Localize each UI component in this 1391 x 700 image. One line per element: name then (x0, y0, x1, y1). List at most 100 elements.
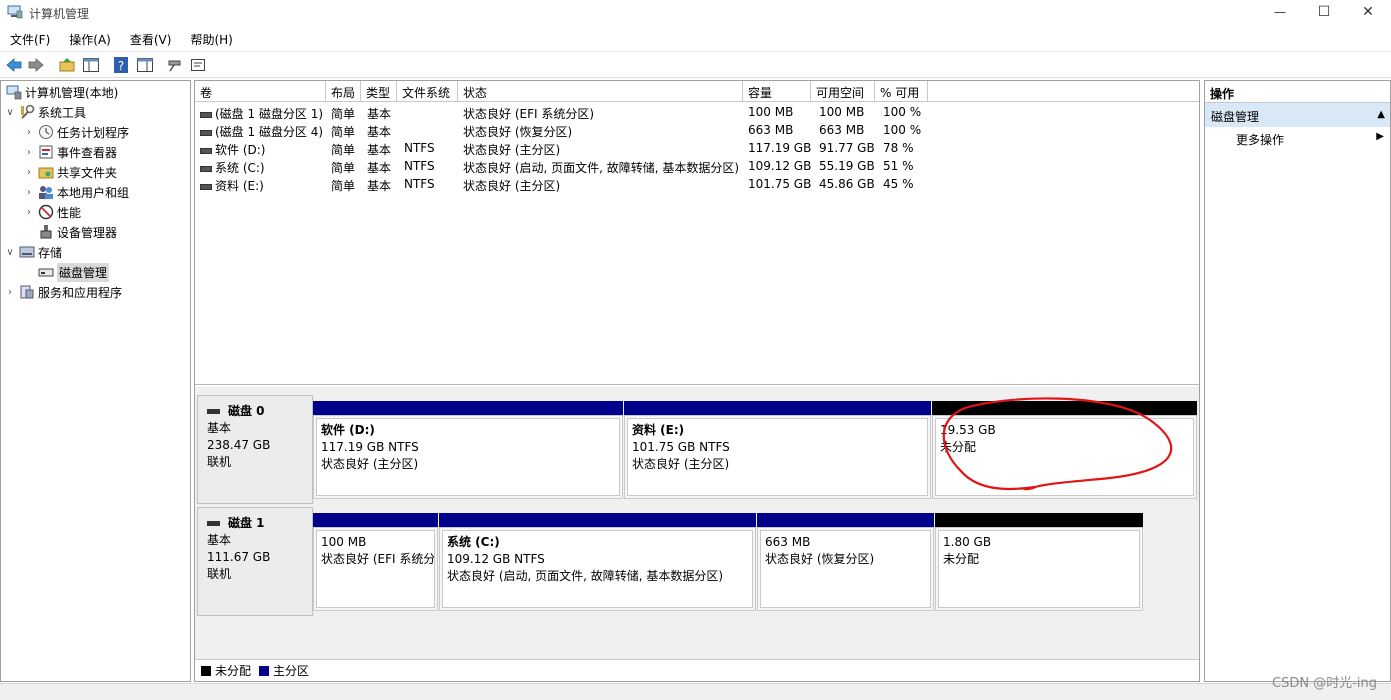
cell-capacity: 117.19 GB (748, 141, 812, 155)
cell-filesystem: NTFS (404, 177, 435, 191)
connect-icon[interactable] (166, 56, 184, 74)
more-actions[interactable]: 更多操作 ▶ (1205, 127, 1390, 149)
minimize-button[interactable]: — (1257, 0, 1303, 24)
chevron-down-icon[interactable]: ∨ (4, 247, 16, 258)
col-volume[interactable]: 卷 (195, 81, 326, 102)
menu-action[interactable]: 操作(A) (59, 28, 120, 50)
table-row[interactable]: (磁盘 1 磁盘分区 4) 简单 基本 状态良好 (恢复分区) 663 MB 6… (195, 121, 1199, 139)
cell-layout: 简单 (331, 125, 356, 139)
tree-item-system-tools[interactable]: ∨ 系统工具 (4, 102, 86, 122)
actions-title: 操作 (1205, 81, 1390, 103)
back-icon[interactable] (5, 56, 23, 74)
volume-list: 卷 布局 类型 文件系统 状态 容量 可用空间 % 可用 (磁盘 1 磁盘分区 … (195, 81, 1199, 385)
volume-icon (200, 183, 212, 190)
tree-item-event-viewer[interactable]: › 事件查看器 (23, 142, 117, 162)
disk-icon (207, 521, 220, 526)
show-hide-console-tree-icon[interactable] (82, 56, 100, 74)
close-button[interactable]: ✕ (1345, 0, 1391, 24)
chevron-right-icon[interactable]: › (23, 187, 35, 198)
partition-status: 未分配 (943, 552, 980, 566)
disk-type: 基本 (207, 533, 232, 547)
actions-section-label: 磁盘管理 (1211, 110, 1260, 124)
tree-label: 共享文件夹 (57, 165, 118, 180)
cell-volume: 系统 (C:) (215, 161, 265, 175)
legend-label: 主分区 (273, 664, 310, 678)
partition-status: 未分配 (940, 440, 977, 454)
partition-status: 状态良好 (EFI 系统分 (321, 552, 435, 566)
tree-label: 事件查看器 (57, 145, 118, 160)
partition-size: 117.19 GB NTFS (321, 440, 419, 454)
cell-capacity: 663 MB (748, 123, 794, 137)
partition-recovery[interactable]: 663 MB 状态良好 (恢复分区) (757, 513, 934, 611)
cell-type: 基本 (367, 179, 392, 193)
toolbar: ? (0, 51, 1391, 78)
tree-item-shared-folders[interactable]: › 共享文件夹 (23, 162, 117, 182)
partition-bar (757, 513, 934, 527)
help-icon[interactable]: ? (112, 56, 130, 74)
partition-unallocated-disk0[interactable]: 19.53 GB 未分配 (932, 401, 1197, 499)
col-capacity[interactable]: 容量 (743, 81, 811, 102)
cell-type: 基本 (367, 161, 392, 175)
forward-icon[interactable] (27, 56, 45, 74)
tree-item-disk-management[interactable]: 磁盘管理 (23, 262, 110, 282)
col-percent-free[interactable]: % 可用 (875, 81, 928, 102)
chevron-right-icon[interactable]: › (23, 167, 35, 178)
partition-d[interactable]: 软件 (D:) 117.19 GB NTFS 状态良好 (主分区) (313, 401, 623, 499)
properties-icon[interactable] (136, 56, 154, 74)
table-row[interactable]: (磁盘 1 磁盘分区 1) 简单 基本 状态良好 (EFI 系统分区) 100 … (195, 103, 1199, 121)
tree-item-storage[interactable]: ∨ 存储 (4, 242, 62, 262)
window-title: 计算机管理 (29, 7, 90, 21)
collapse-up-icon[interactable]: ▲ (1377, 109, 1385, 120)
disk-name: 磁盘 0 (228, 404, 265, 418)
up-folder-icon[interactable] (58, 56, 76, 74)
tree-item-task-scheduler[interactable]: › 任务计划程序 (23, 122, 129, 142)
maximize-button[interactable]: ☐ (1301, 0, 1347, 24)
chevron-right-icon[interactable]: › (4, 287, 16, 298)
disk-status: 联机 (207, 455, 232, 469)
disk-size: 238.47 GB (207, 438, 271, 452)
status-bar (0, 683, 1391, 700)
table-row[interactable]: 软件 (D:) 简单 基本 NTFS 状态良好 (主分区) 117.19 GB … (195, 139, 1199, 157)
chevron-right-icon[interactable]: › (23, 147, 35, 158)
col-free-space[interactable]: 可用空间 (811, 81, 875, 102)
table-row[interactable]: 资料 (E:) 简单 基本 NTFS 状态良好 (主分区) 101.75 GB … (195, 175, 1199, 193)
partition-bar (624, 401, 931, 415)
tree-item-services-apps[interactable]: › 服务和应用程序 (4, 282, 122, 302)
cell-capacity: 101.75 GB (748, 177, 812, 191)
col-layout[interactable]: 布局 (326, 81, 361, 102)
partition-status: 状态良好 (主分区) (632, 457, 730, 471)
col-status[interactable]: 状态 (458, 81, 743, 102)
device-manager-icon (40, 225, 52, 239)
chevron-right-icon[interactable]: › (23, 207, 35, 218)
col-filesystem[interactable]: 文件系统 (397, 81, 458, 102)
tree-item-device-manager[interactable]: 设备管理器 (35, 222, 117, 242)
disk-0-header[interactable]: 磁盘 0 基本 238.47 GB 联机 (197, 395, 313, 504)
users-icon (39, 186, 53, 199)
cell-free-space: 55.19 GB (819, 159, 875, 173)
partition-c[interactable]: 系统 (C:) 109.12 GB NTFS 状态良好 (启动, 页面文件, 故… (439, 513, 756, 611)
table-row[interactable]: 系统 (C:) 简单 基本 NTFS 状态良好 (启动, 页面文件, 故障转储,… (195, 157, 1199, 175)
disk-1-header[interactable]: 磁盘 1 基本 111.67 GB 联机 (197, 507, 313, 616)
chevron-right-icon[interactable]: › (23, 127, 35, 138)
tree-item-local-users[interactable]: › 本地用户和组 (23, 182, 129, 202)
legend: 未分配 主分区 (195, 659, 1199, 681)
partition-e[interactable]: 资料 (E:) 101.75 GB NTFS 状态良好 (主分区) (624, 401, 931, 499)
watermark: CSDN @时光-ing (1272, 676, 1377, 691)
cell-layout: 简单 (331, 161, 356, 175)
chevron-down-icon[interactable]: ∨ (4, 107, 16, 118)
partition-bar (439, 513, 756, 527)
partition-bar (313, 513, 438, 527)
actions-section-disk-management[interactable]: 磁盘管理 ▲ (1205, 103, 1390, 127)
partition-efi[interactable]: 100 MB 状态良好 (EFI 系统分 (313, 513, 438, 611)
partition-unallocated-disk1[interactable]: 1.80 GB 未分配 (935, 513, 1143, 611)
menu-file[interactable]: 文件(F) (0, 28, 59, 50)
col-type[interactable]: 类型 (361, 81, 397, 102)
cell-capacity: 109.12 GB (748, 159, 812, 173)
settings-icon[interactable] (189, 56, 207, 74)
tree-item-performance[interactable]: › 性能 (23, 202, 81, 222)
menu-help[interactable]: 帮助(H) (180, 28, 241, 50)
menu-view[interactable]: 查看(V) (120, 28, 181, 50)
volume-list-header: 卷 布局 类型 文件系统 状态 容量 可用空间 % 可用 (195, 81, 1199, 102)
tree-root[interactable]: 计算机管理(本地) (4, 82, 118, 102)
cell-status: 状态良好 (恢复分区) (463, 125, 573, 139)
